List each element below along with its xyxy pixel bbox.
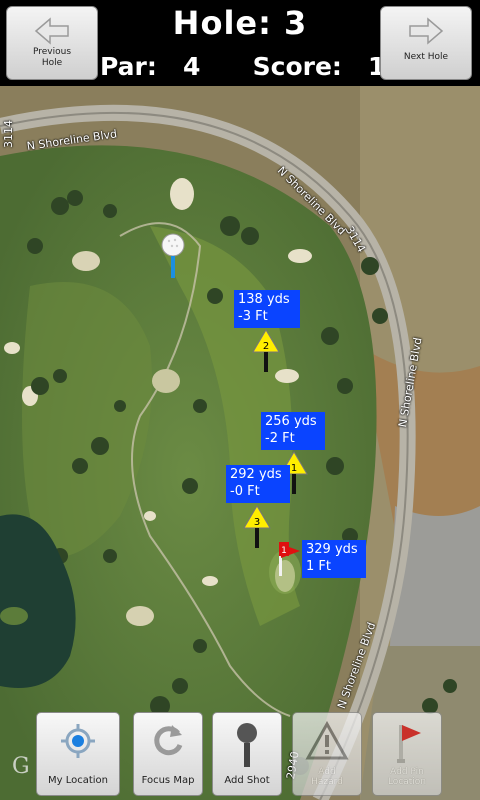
- previous-hole-button[interactable]: Previous Hole: [6, 6, 98, 80]
- shot-elevation: -3 Ft: [238, 309, 268, 324]
- add-hazard-button[interactable]: Add Hazard: [292, 712, 362, 796]
- shot-distance-box: 256 yds -2 Ft: [261, 412, 325, 450]
- shot-distance-box: 292 yds -0 Ft: [226, 465, 290, 503]
- shot-number: 1: [291, 463, 297, 474]
- add-shot-button[interactable]: Add Shot: [212, 712, 282, 796]
- refresh-icon: [154, 725, 183, 756]
- road-label: 3114: [2, 120, 15, 148]
- add-pin-label-2: Location: [387, 777, 427, 787]
- add-hazard-label-2: Hazard: [311, 777, 343, 787]
- add-pin-location-button[interactable]: Add Pin Location: [372, 712, 442, 796]
- shot-elevation: -2 Ft: [265, 431, 295, 446]
- par-score-line: Par: 4 Score: 1: [100, 52, 385, 81]
- hole-title: Hole: 3: [100, 4, 380, 42]
- shot-yards: 256 yds: [265, 414, 317, 429]
- warning-icon: [305, 721, 349, 760]
- arrow-left-icon: [34, 17, 69, 45]
- next-hole-button[interactable]: Next Hole: [380, 6, 472, 80]
- pin-distance-box: 329 yds 1 Ft: [302, 540, 366, 578]
- add-pin-label-1: Add Pin: [390, 767, 424, 777]
- bottom-toolbar: My Location Focus Map Add Shot Add Hazar…: [0, 706, 480, 800]
- pin-number: 1: [281, 546, 287, 556]
- shot-distance-box: 138 yds -3 Ft: [234, 290, 300, 328]
- shot-number: 2: [263, 341, 269, 352]
- add-hazard-label-1: Add: [318, 767, 336, 777]
- focus-map-button[interactable]: Focus Map: [133, 712, 203, 796]
- shot-elevation: -0 Ft: [230, 484, 260, 499]
- map-terrain: [0, 86, 480, 800]
- add-shot-label: Add Shot: [224, 775, 270, 786]
- hole-header: Previous Hole Hole: 3 Par: 4 Score: 1 Ne…: [0, 0, 480, 86]
- previous-hole-label-1: Previous: [32, 47, 72, 57]
- flag-icon: [397, 725, 421, 763]
- hole-label: Hole:: [172, 4, 272, 42]
- my-location-button[interactable]: My Location: [36, 712, 120, 796]
- pin-elevation: 1 Ft: [306, 559, 331, 574]
- location-target-icon: [61, 724, 95, 758]
- tee-ball-icon[interactable]: [160, 232, 186, 284]
- par-value: 4: [182, 52, 201, 81]
- next-hole-label: Next Hole: [403, 52, 449, 62]
- shot-marker-icon[interactable]: 3: [242, 504, 272, 550]
- previous-hole-label-2: Hole: [41, 58, 63, 68]
- shot-number: 3: [254, 517, 260, 528]
- satellite-map[interactable]: N Shoreline Blvd N Shoreline Blvd N Shor…: [0, 86, 480, 800]
- hole-number: 3: [284, 4, 308, 42]
- shot-yards: 292 yds: [230, 467, 282, 482]
- arrow-right-icon: [409, 17, 444, 45]
- pin-yards: 329 yds: [306, 542, 358, 557]
- shot-marker-icon[interactable]: 2: [251, 328, 281, 374]
- my-location-label: My Location: [47, 775, 109, 786]
- golf-tee-icon: [237, 723, 257, 767]
- par-label: Par:: [100, 52, 157, 81]
- shot-yards: 138 yds: [238, 292, 290, 307]
- score-label: Score:: [252, 52, 342, 81]
- focus-map-label: Focus Map: [141, 775, 195, 786]
